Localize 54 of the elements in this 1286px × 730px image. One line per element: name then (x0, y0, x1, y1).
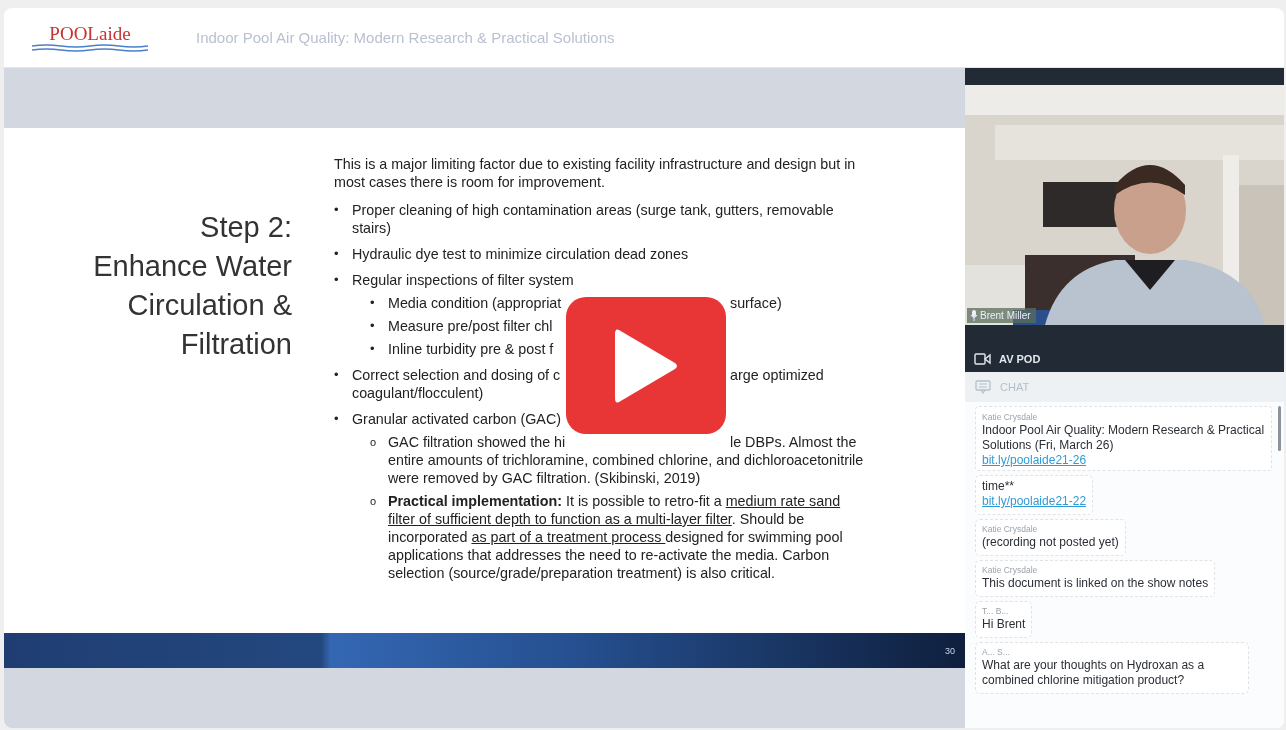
slide-title: Step 2: (200, 210, 292, 245)
bullet-marker: • (370, 317, 376, 335)
bullet-marker: • (334, 245, 340, 263)
bullet-text: Correct selection and dosing of c (352, 366, 562, 384)
message-author: T... B... (982, 605, 1010, 617)
message-author: Katie Crysdale (982, 523, 1039, 535)
chat-icon (975, 380, 991, 394)
message-text: What are your thoughts on Hydroxan as a combined chlorine mitigation product? (982, 658, 1206, 688)
bullet-text: GAC filtration showed the hi (388, 433, 567, 451)
message-text: (recording not posted yet) (982, 535, 1119, 550)
message-author: Katie Crysdale (982, 564, 1039, 576)
bullet-marker: • (370, 294, 376, 312)
play-button[interactable] (566, 297, 726, 434)
bullet-marker: • (334, 410, 340, 428)
meeting-title: Indoor Pool Air Quality: Modern Research & Practical Solutions (196, 29, 615, 46)
page-number: 30 (945, 645, 955, 656)
scrollbar[interactable] (1278, 406, 1281, 451)
bullet-marker: • (334, 201, 340, 219)
bullet-marker: • (370, 340, 376, 358)
intro-text: This is a major limiting factor due to existing facility infrastructure and design but in most cases there is room for improvement. (334, 155, 857, 191)
logo: POOLaide (32, 23, 148, 52)
bullet-text: Inline turbidity pre & post f (388, 340, 555, 358)
bullet-text: coagulant/flocculent) (352, 384, 485, 402)
bullet-text: Regular inspections of filter system (352, 271, 575, 289)
message-author: A... S... (982, 646, 1011, 658)
bullet-text: Practical implementation: It is possible to retro-fit a medium rate sand filter of sufficient depth to function as a multi-layer filter. Should be incorporated as part of a treatment process designed for swimming pool applications that addresses the need to re-activate the media. Carbon selection (source/grade/preparation treatment) is also critical. (388, 492, 844, 582)
slide-title: Circulation & (127, 288, 292, 323)
message-text: Hi Brent (982, 617, 1026, 632)
message-author: Katie Crysdale (982, 411, 1039, 423)
message-text: This document is linked on the show notes (982, 576, 1209, 591)
bullet-text: Granular activated carbon (GAC) (352, 410, 562, 428)
bullet-text: surface) (730, 294, 783, 312)
bullet-text: Hydraulic dye test to minimize circulation dead zones (352, 245, 690, 263)
message-text: time** (982, 479, 1015, 494)
message-link[interactable]: bit.ly/poolaide21-22 (982, 494, 1087, 509)
bullet-text: entire amounts of trichloramine, combined chlorine, and dichloroacetonitrile were removed by GAC filtration. (Skibinski, 2019) (388, 451, 864, 487)
message-text: Indoor Pool Air Quality: Modern Research & Practical Solutions (Fri, March 26) (982, 423, 1265, 453)
bullet-marker: o (370, 494, 378, 509)
bullet-text: Proper cleaning of high contamination areas (surge tank, gutters, removable stairs) (352, 201, 835, 237)
bullet-text: Measure pre/post filter chl (388, 317, 554, 335)
bullet-text: le DBPs. Almost the (730, 433, 858, 451)
av-pod-label: AV POD (999, 353, 1041, 365)
bullet-marker: • (334, 366, 340, 384)
bullet-marker: o (370, 435, 378, 450)
camera-icon (974, 353, 991, 365)
participant-name: Brent Miller (980, 310, 1031, 321)
bullet-marker: • (334, 271, 340, 289)
chat-label: CHAT (1000, 381, 1030, 393)
message-link[interactable]: bit.ly/poolaide21-26 (982, 453, 1265, 468)
microphone-icon (970, 310, 978, 321)
slide-title: Filtration (180, 327, 292, 362)
bullet-text: Media condition (appropriat (388, 294, 563, 312)
bullet-text: arge optimized (730, 366, 825, 384)
slide-title: Enhance Water (93, 249, 292, 284)
